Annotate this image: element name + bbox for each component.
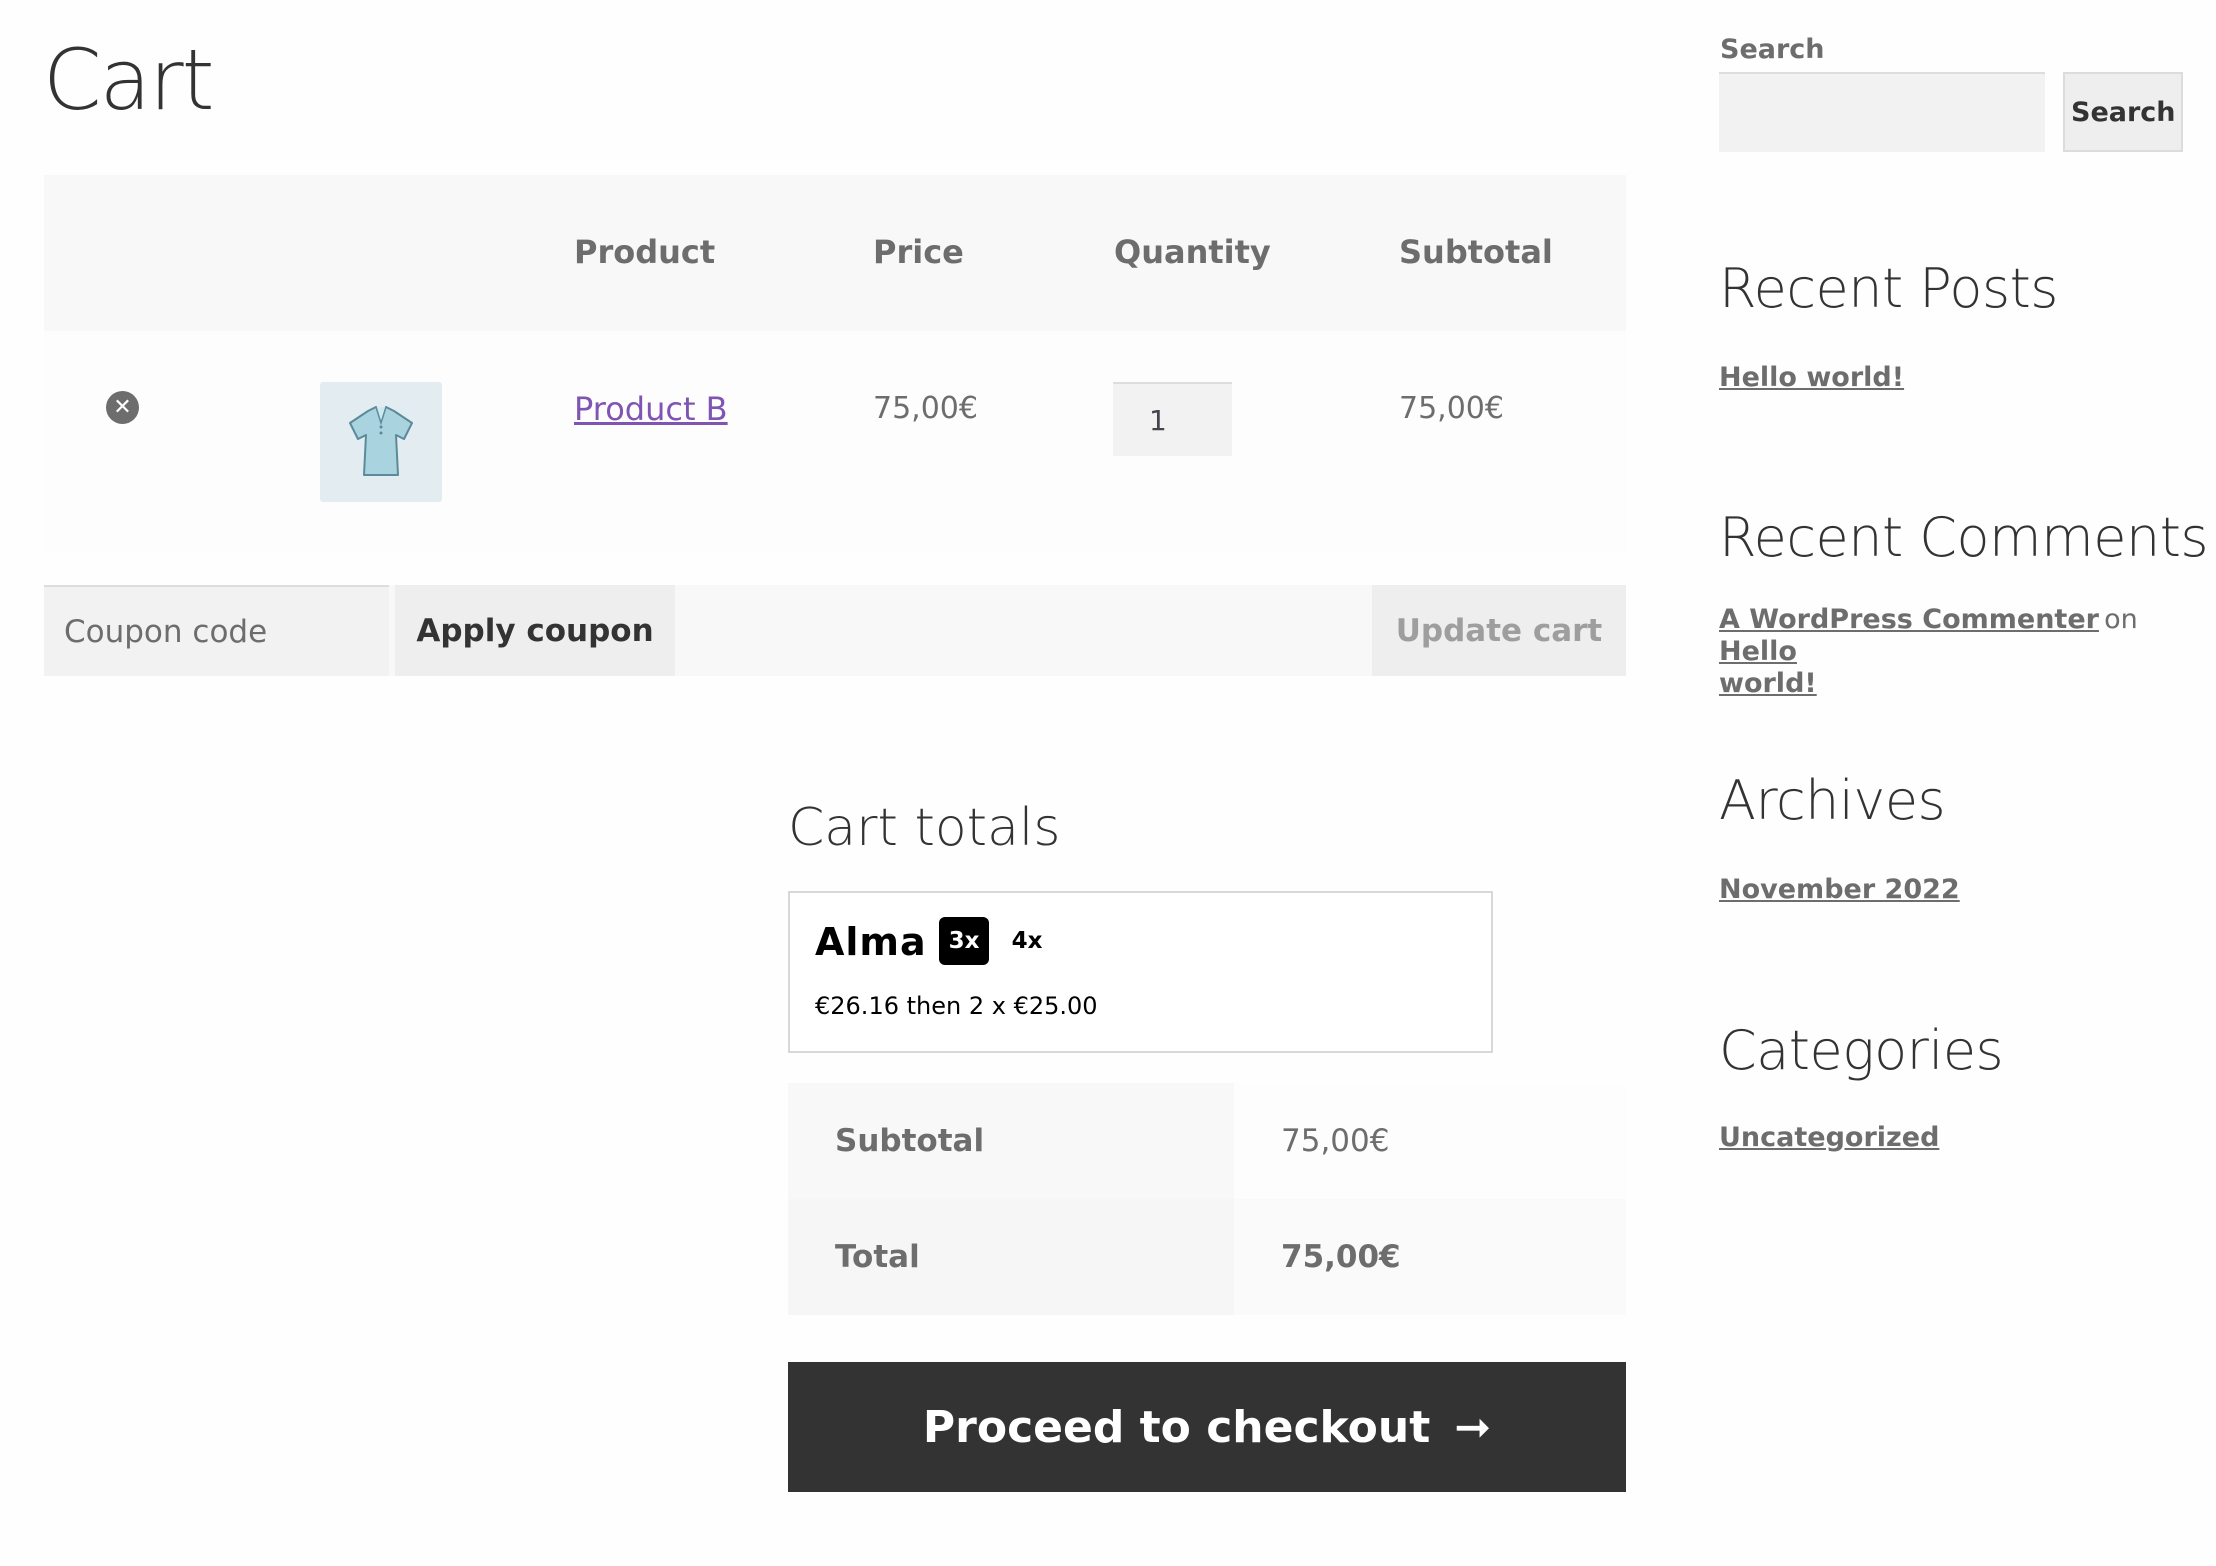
subtotal-label: Subtotal	[835, 1123, 985, 1159]
product-thumbnail[interactable]	[320, 382, 442, 502]
cart-table-header	[44, 175, 1626, 331]
checkout-label: Proceed to checkout	[922, 1401, 1431, 1453]
page-title: Cart	[43, 31, 215, 129]
alma-option-4x[interactable]: 4x	[1002, 917, 1052, 965]
update-cart-button[interactable]: Update cart	[1372, 585, 1626, 676]
arrow-right-icon: ➞	[1454, 1401, 1492, 1453]
search-button[interactable]: Search	[2063, 72, 2183, 152]
categories-title: Categories	[1719, 1019, 2004, 1082]
product-link[interactable]: Product B	[574, 389, 728, 429]
apply-coupon-button[interactable]: Apply coupon	[395, 585, 675, 676]
total-value: 75,00€	[1281, 1239, 1401, 1275]
total-label: Total	[835, 1239, 920, 1275]
alma-option-3x[interactable]: 3x	[939, 917, 989, 965]
archive-link[interactable]: November 2022	[1719, 874, 1960, 906]
polo-shirt-icon	[349, 406, 413, 476]
item-price: 75,00€	[873, 391, 978, 426]
alma-logo: Alma	[815, 920, 927, 964]
category-link[interactable]: Uncategorized	[1719, 1122, 1939, 1154]
recent-post-link[interactable]: Hello world!	[1719, 362, 1904, 394]
quantity-input[interactable]	[1113, 382, 1232, 456]
recent-posts-title: Recent Posts	[1719, 257, 2058, 320]
comment-post-link[interactable]: Hello	[1719, 636, 1797, 667]
search-input[interactable]	[1719, 72, 2045, 152]
comment-post-link-continued[interactable]: world!	[1719, 668, 1817, 699]
recent-comment-item: A WordPress Commenter on Hello world!	[1719, 604, 2159, 700]
coupon-code-input[interactable]	[44, 585, 389, 676]
column-header-subtotal: Subtotal	[1399, 233, 1553, 271]
column-header-product: Product	[574, 233, 716, 271]
alma-plan-text: €26.16 then 2 x €25.00	[815, 992, 1098, 1020]
archives-title: Archives	[1719, 769, 1946, 832]
subtotal-value: 75,00€	[1281, 1123, 1390, 1159]
cart-totals-title: Cart totals	[788, 798, 1061, 858]
item-subtotal: 75,00€	[1399, 391, 1504, 426]
search-label: Search	[1720, 34, 1825, 65]
close-circle-icon[interactable]: ✕	[106, 391, 139, 424]
comment-connector: on	[2104, 604, 2138, 635]
comment-author-link[interactable]: A WordPress Commenter	[1719, 604, 2099, 635]
proceed-to-checkout-button[interactable]: Proceed to checkout ➞	[788, 1362, 1626, 1492]
recent-comments-title: Recent Comments	[1719, 506, 2209, 569]
column-header-price: Price	[873, 233, 964, 271]
column-header-quantity: Quantity	[1114, 233, 1271, 271]
table-row	[44, 331, 1626, 553]
